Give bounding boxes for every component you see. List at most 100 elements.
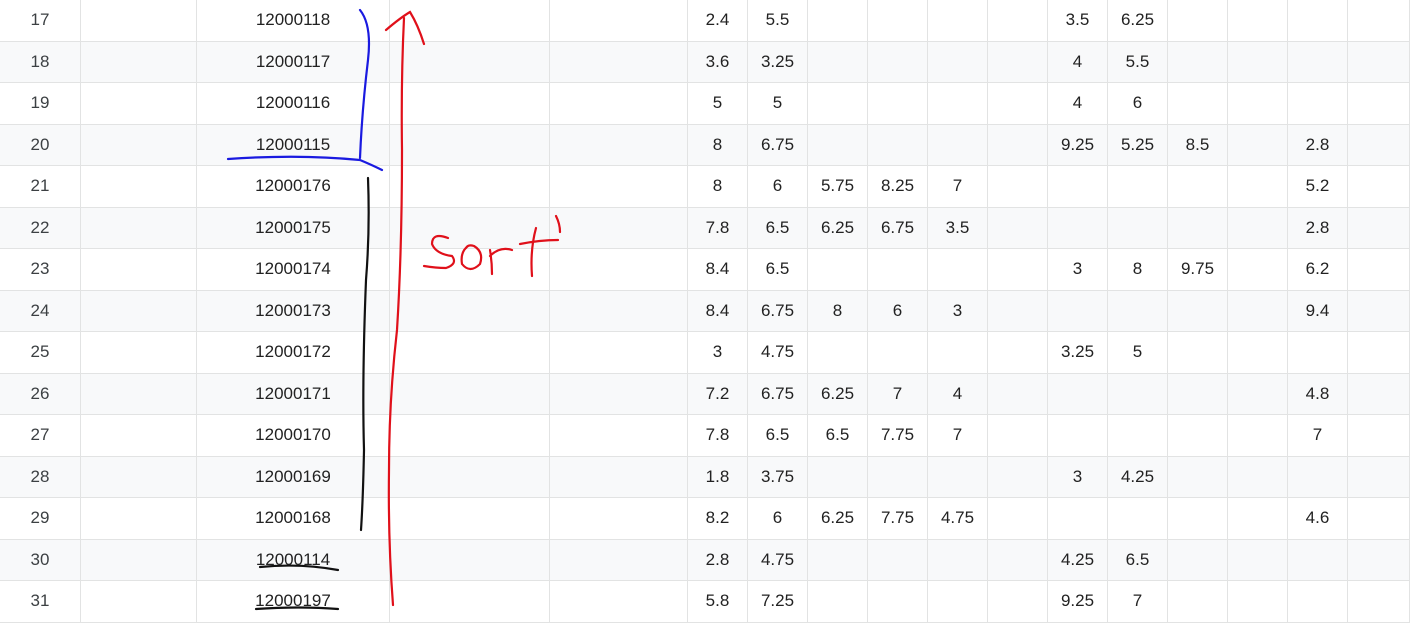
table-cell[interactable]: 3 [688, 332, 748, 373]
table-cell[interactable]: 2.4 [688, 0, 748, 41]
id-cell[interactable]: 12000174 [197, 249, 390, 290]
row-header[interactable]: 24 [0, 290, 81, 331]
table-cell[interactable]: 5 [1108, 332, 1168, 373]
table-cell[interactable] [1348, 373, 1410, 414]
table-cell[interactable]: 4 [1048, 83, 1108, 124]
table-cell[interactable]: 3 [1048, 249, 1108, 290]
table-cell[interactable]: 4.75 [748, 539, 808, 580]
table-cell[interactable] [988, 581, 1048, 622]
table-cell[interactable] [550, 332, 688, 373]
table-cell[interactable] [390, 0, 550, 41]
id-cell[interactable]: 12000116 [197, 83, 390, 124]
table-cell[interactable]: 6.25 [1108, 0, 1168, 41]
table-cell[interactable] [1348, 332, 1410, 373]
table-cell[interactable] [1168, 539, 1228, 580]
table-cell[interactable]: 6.75 [868, 207, 928, 248]
table-cell[interactable] [868, 332, 928, 373]
table-cell[interactable] [868, 41, 928, 82]
table-cell[interactable] [1288, 41, 1348, 82]
table-cell[interactable] [1108, 415, 1168, 456]
table-cell[interactable]: 7.2 [688, 373, 748, 414]
table-cell[interactable]: 3 [1048, 456, 1108, 497]
table-cell[interactable] [81, 373, 197, 414]
table-cell[interactable]: 4.75 [748, 332, 808, 373]
table-cell[interactable]: 7 [928, 166, 988, 207]
table-cell[interactable]: 2.8 [1288, 207, 1348, 248]
table-cell[interactable] [1108, 290, 1168, 331]
table-cell[interactable] [550, 373, 688, 414]
row-header[interactable]: 23 [0, 249, 81, 290]
table-cell[interactable] [81, 581, 197, 622]
table-cell[interactable] [868, 83, 928, 124]
id-cell[interactable]: 12000118 [197, 0, 390, 41]
table-cell[interactable] [1348, 498, 1410, 539]
table-cell[interactable] [808, 332, 868, 373]
table-cell[interactable]: 6.75 [748, 290, 808, 331]
id-cell[interactable]: 12000171 [197, 373, 390, 414]
id-cell[interactable]: 12000115 [197, 124, 390, 165]
table-cell[interactable] [928, 332, 988, 373]
table-cell[interactable] [928, 124, 988, 165]
table-cell[interactable] [81, 415, 197, 456]
table-cell[interactable]: 4.75 [928, 498, 988, 539]
table-cell[interactable] [808, 581, 868, 622]
table-cell[interactable] [1348, 124, 1410, 165]
table-cell[interactable] [390, 332, 550, 373]
table-cell[interactable] [1228, 332, 1288, 373]
table-cell[interactable]: 4.25 [1048, 539, 1108, 580]
table-cell[interactable] [988, 124, 1048, 165]
table-cell[interactable] [1228, 415, 1288, 456]
table-cell[interactable] [988, 166, 1048, 207]
table-cell[interactable] [1168, 581, 1228, 622]
table-cell[interactable] [1348, 83, 1410, 124]
table-cell[interactable]: 6.5 [748, 207, 808, 248]
table-cell[interactable] [550, 124, 688, 165]
table-cell[interactable]: 8.5 [1168, 124, 1228, 165]
table-cell[interactable] [390, 249, 550, 290]
row-header[interactable]: 22 [0, 207, 81, 248]
table-cell[interactable]: 8.4 [688, 249, 748, 290]
table-cell[interactable]: 3.6 [688, 41, 748, 82]
table-cell[interactable] [808, 124, 868, 165]
table-cell[interactable]: 6.5 [1108, 539, 1168, 580]
table-cell[interactable] [1168, 498, 1228, 539]
table-cell[interactable]: 6 [1108, 83, 1168, 124]
table-cell[interactable]: 7 [928, 415, 988, 456]
table-cell[interactable]: 5.75 [808, 166, 868, 207]
table-cell[interactable] [1168, 290, 1228, 331]
id-cell[interactable]: 12000117 [197, 41, 390, 82]
table-cell[interactable]: 8 [1108, 249, 1168, 290]
id-cell[interactable]: 12000168 [197, 498, 390, 539]
table-cell[interactable]: 6 [748, 498, 808, 539]
table-cell[interactable] [390, 41, 550, 82]
table-cell[interactable]: 9.25 [1048, 124, 1108, 165]
table-cell[interactable]: 8 [688, 124, 748, 165]
table-cell[interactable] [1228, 249, 1288, 290]
table-cell[interactable]: 6.2 [1288, 249, 1348, 290]
table-cell[interactable] [550, 498, 688, 539]
table-cell[interactable] [1348, 456, 1410, 497]
table-cell[interactable] [988, 415, 1048, 456]
row-header[interactable]: 18 [0, 41, 81, 82]
table-cell[interactable] [928, 41, 988, 82]
table-cell[interactable]: 6.5 [748, 415, 808, 456]
table-cell[interactable]: 5 [688, 83, 748, 124]
table-cell[interactable] [1348, 41, 1410, 82]
table-cell[interactable] [390, 456, 550, 497]
table-cell[interactable] [868, 581, 928, 622]
table-cell[interactable] [1108, 166, 1168, 207]
table-cell[interactable]: 5.8 [688, 581, 748, 622]
table-cell[interactable] [1168, 415, 1228, 456]
table-cell[interactable] [550, 166, 688, 207]
table-cell[interactable]: 8 [808, 290, 868, 331]
row-header[interactable]: 17 [0, 0, 81, 41]
table-cell[interactable] [868, 539, 928, 580]
table-cell[interactable] [868, 124, 928, 165]
row-header[interactable]: 25 [0, 332, 81, 373]
table-cell[interactable]: 5.25 [1108, 124, 1168, 165]
row-header[interactable]: 31 [0, 581, 81, 622]
table-cell[interactable] [81, 41, 197, 82]
id-cell[interactable]: 12000170 [197, 415, 390, 456]
table-cell[interactable] [1228, 41, 1288, 82]
table-cell[interactable] [81, 166, 197, 207]
